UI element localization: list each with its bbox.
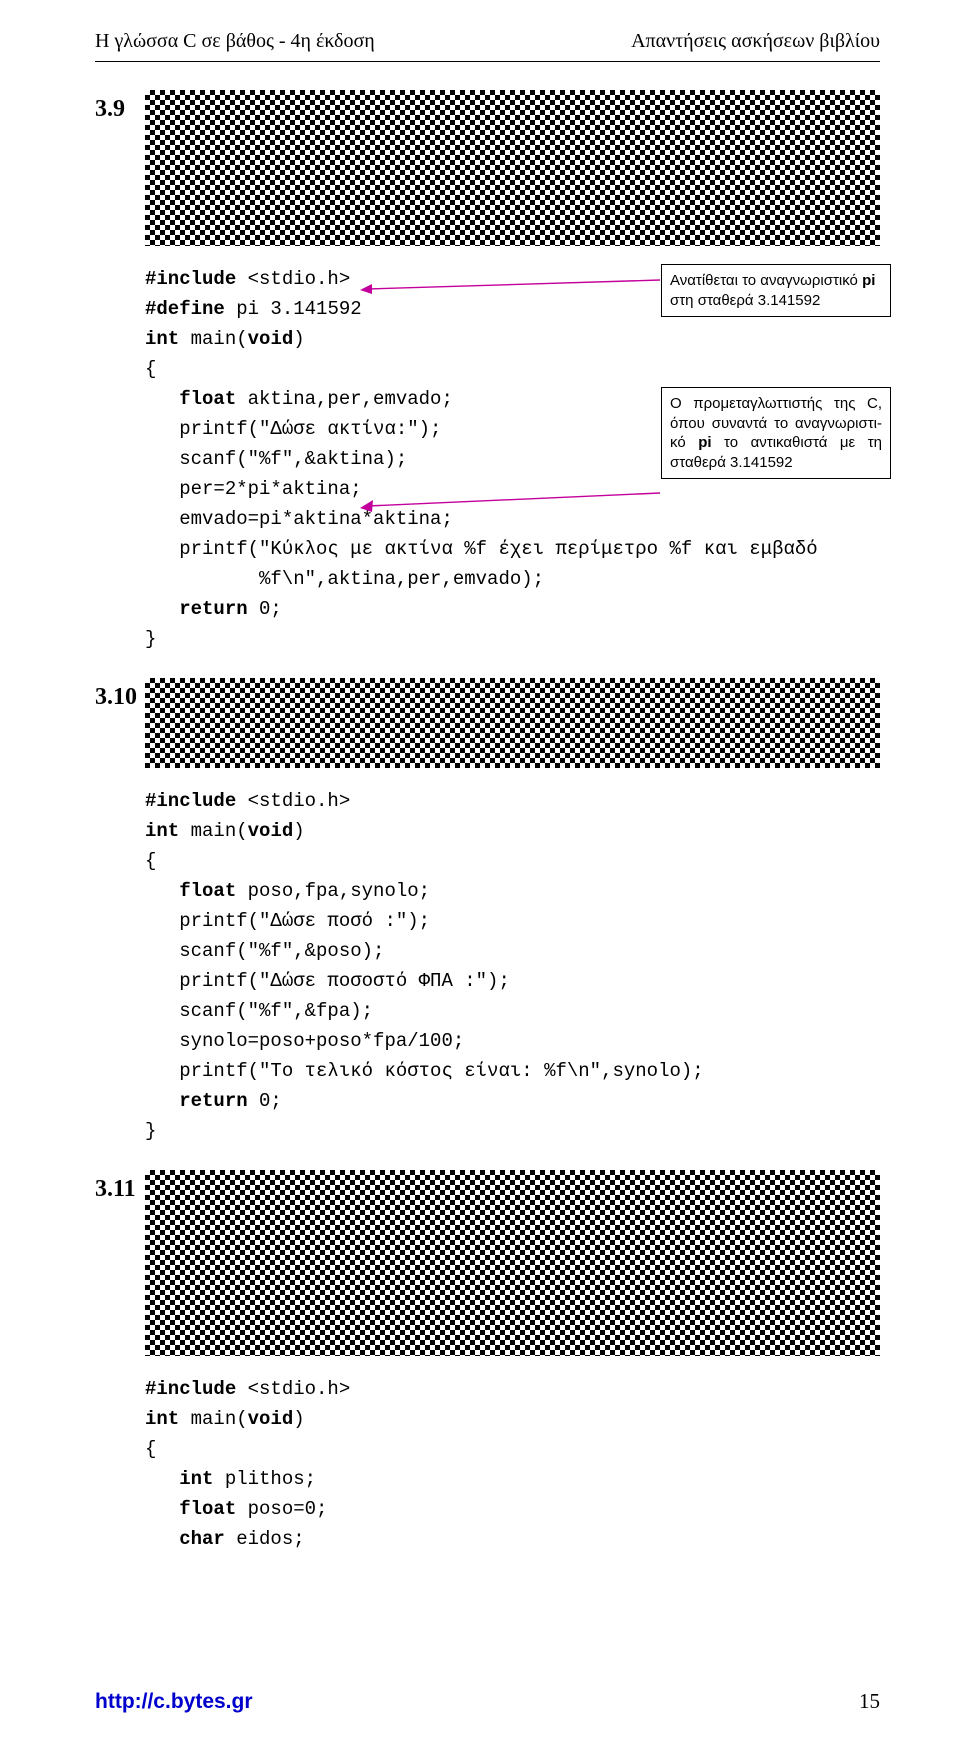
code-block-39: Ανατίθεται το αναγνωριστικό pi στη σταθε… [145, 264, 885, 654]
problem-text-310 [145, 678, 880, 768]
header-left: Η γλώσσα C σε βάθος - 4η έκδοση [95, 30, 375, 53]
callout-box-2: Ο προμεταγλωττιστής της C, όπου συναντά … [661, 387, 891, 479]
problem-text-311 [145, 1170, 880, 1356]
callout-box-1: Ανατίθεται το αναγνωριστικό pi στη σταθε… [661, 264, 891, 317]
footer-link[interactable]: http://c.bytes.gr [95, 1690, 253, 1714]
header-rule [95, 61, 880, 62]
page-number: 15 [859, 1689, 880, 1714]
code-311: #include <stdio.h> int main(void) { int … [145, 1374, 885, 1554]
exercise-number-310: 3.10 [95, 678, 145, 711]
problem-text-39 [145, 90, 880, 246]
code-310: #include <stdio.h> int main(void) { floa… [145, 786, 885, 1146]
exercise-number-39: 3.9 [95, 90, 145, 123]
header-right: Απαντήσεις ασκήσεων βιβλίου [631, 30, 880, 53]
exercise-number-311: 3.11 [95, 1170, 145, 1203]
code-block-311: #include <stdio.h> int main(void) { int … [145, 1374, 885, 1554]
code-block-310: #include <stdio.h> int main(void) { floa… [145, 786, 885, 1146]
